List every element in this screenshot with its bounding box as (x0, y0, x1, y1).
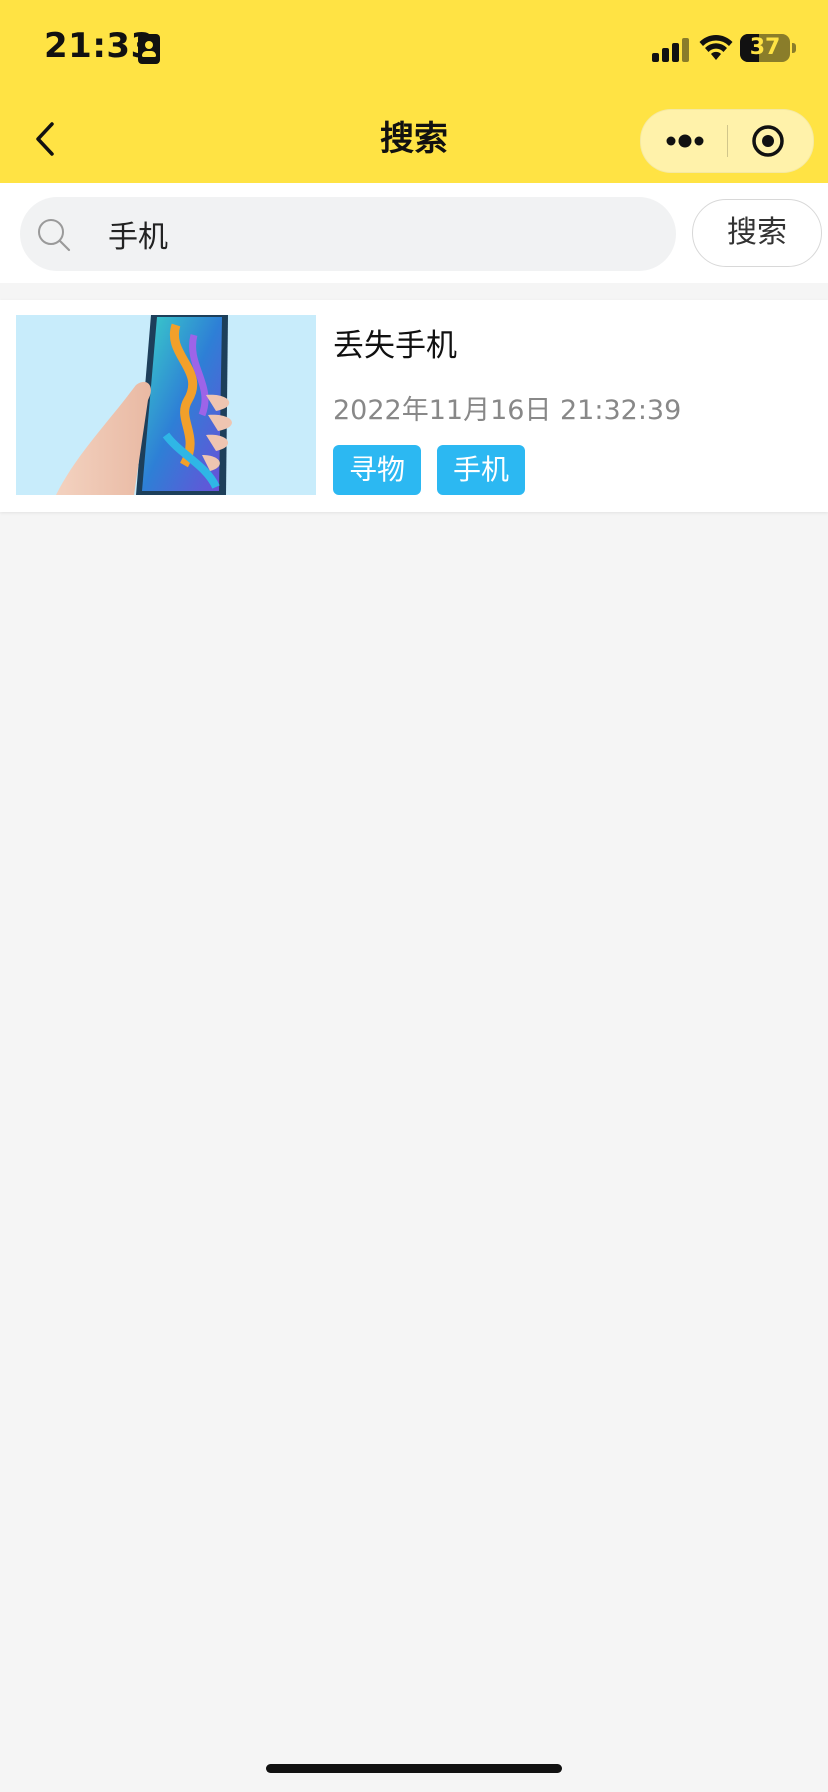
tag-keyword[interactable]: 手机 (437, 445, 526, 495)
home-indicator (266, 1764, 562, 1773)
nav-bar: 搜索 (0, 95, 828, 183)
phone-in-hand-photo (16, 315, 316, 495)
search-box (20, 197, 676, 271)
item-time: 2022年11月16日 21:32:39 (333, 395, 682, 426)
contact-card-icon (138, 34, 160, 64)
search-section: 搜索 (0, 183, 828, 283)
more-dots-icon (666, 134, 704, 148)
search-icon (38, 219, 71, 252)
wifi-icon (699, 35, 733, 60)
search-input[interactable] (88, 197, 648, 271)
chevron-left-icon (36, 122, 54, 156)
item-thumbnail (16, 315, 316, 495)
tag-category[interactable]: 寻物 (333, 445, 422, 495)
battery-cap (792, 43, 796, 53)
battery-level: 37 (749, 35, 781, 60)
mini-program-capsule (640, 109, 814, 173)
signal-icon (652, 38, 690, 62)
search-button[interactable]: 搜索 (692, 199, 822, 267)
target-circle-icon (752, 125, 784, 157)
result-card[interactable]: 丢失手机 2022年11月16日 21:32:39 寻物 手机 (0, 300, 828, 512)
battery-icon: 37 (740, 34, 790, 62)
back-button[interactable] (24, 115, 72, 163)
item-tags: 寻物 手机 (333, 445, 541, 495)
more-button[interactable] (641, 110, 727, 172)
close-miniprogram-button[interactable] (728, 110, 813, 172)
item-title: 丢失手机 (333, 328, 457, 364)
status-bar: 21:33 37 (0, 0, 828, 95)
